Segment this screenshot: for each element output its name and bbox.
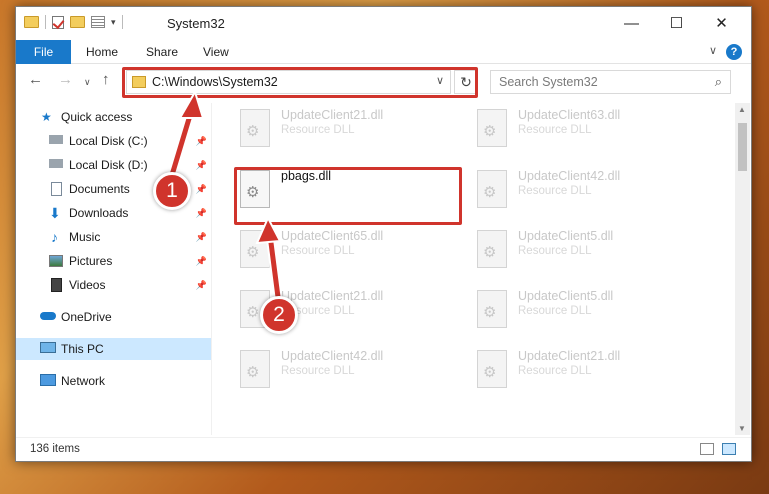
arrow-1-head xyxy=(178,89,205,119)
arrow-1 xyxy=(169,109,194,178)
arrow-2-head xyxy=(255,215,282,245)
callout-badge-2: 2 xyxy=(260,296,298,334)
callout-badge-1: 1 xyxy=(153,172,191,210)
callout-arrows xyxy=(167,89,283,302)
